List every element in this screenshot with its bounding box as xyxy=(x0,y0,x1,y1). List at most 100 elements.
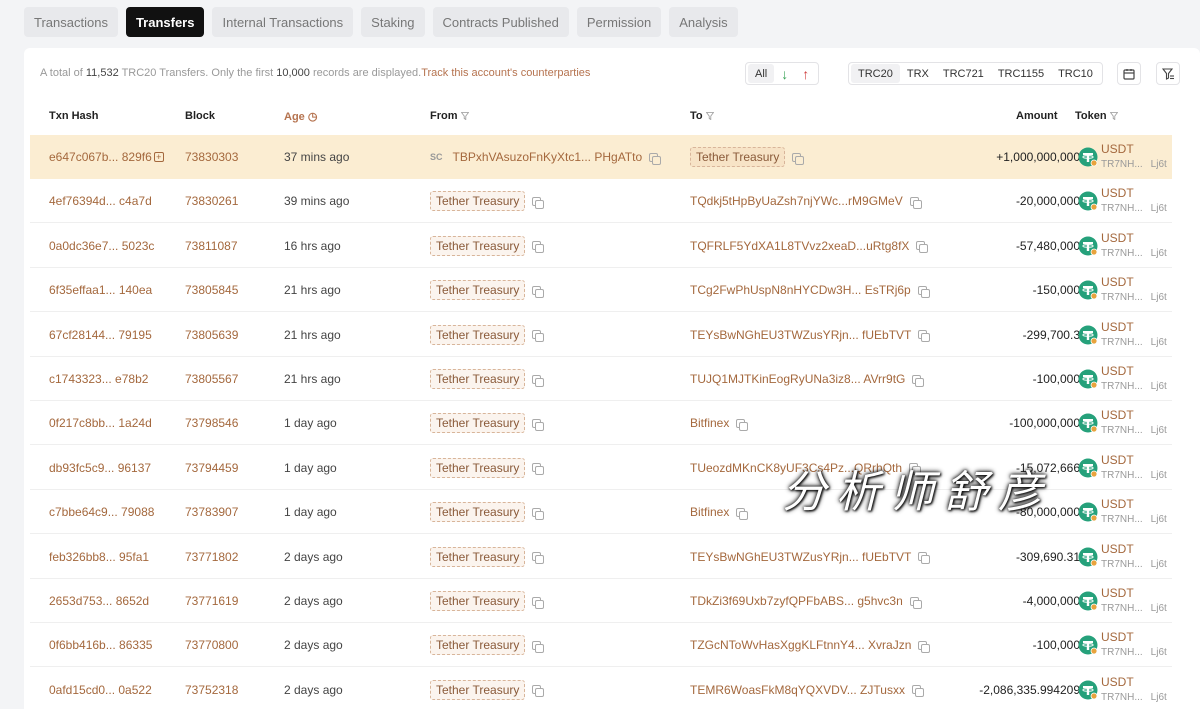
txn-hash-link[interactable]: db93fc5c9... 96137 xyxy=(49,446,151,490)
copy-icon[interactable] xyxy=(918,552,931,565)
to-address[interactable]: Bitfinex xyxy=(690,416,729,430)
table-row[interactable]: 0a0dc36e7... 5023c 73811087 16 hrs ago Teth… xyxy=(30,224,1172,268)
token-cell[interactable]: USDT TR7NH... Lj6t xyxy=(1078,179,1167,223)
txn-hash-link[interactable]: 0afd15cd0... 0a522 xyxy=(49,668,152,709)
filter-settings-icon[interactable] xyxy=(1156,62,1180,85)
table-row[interactable]: 0f6bb416b... 86335 73770800 2 days ago Teth… xyxy=(30,623,1172,668)
token-type-trx[interactable]: TRX xyxy=(900,64,936,83)
block-link[interactable]: 73811087 xyxy=(185,224,238,268)
copy-icon[interactable] xyxy=(649,152,662,165)
calendar-icon[interactable] xyxy=(1117,62,1141,85)
to-address[interactable]: TQdkj5tHpByUaZsh7njYWc...rM9GMeV xyxy=(690,194,903,208)
token-name[interactable]: USDT xyxy=(1101,364,1167,379)
copy-icon[interactable] xyxy=(736,507,749,520)
token-cell[interactable]: USDT TR7NH... Lj6t xyxy=(1078,490,1167,534)
txn-hash-link[interactable]: 6f35effaa1... 140ea xyxy=(49,268,152,312)
token-type-trc1155[interactable]: TRC1155 xyxy=(991,64,1051,83)
token-name[interactable]: USDT xyxy=(1101,675,1167,690)
table-row[interactable]: c1743323... e78b2 73805567 21 hrs ago Tethe… xyxy=(30,357,1172,401)
from-address[interactable]: TBPxhVAsuzoFnKyXtc1... PHgATto xyxy=(453,150,643,164)
block-link[interactable]: 73798546 xyxy=(185,401,238,445)
to-address[interactable]: TEYsBwNGhEU3TWZusYRjn... fUEbTVT xyxy=(690,550,911,564)
txn-hash-link[interactable]: 0a0dc36e7... 5023c xyxy=(49,224,154,268)
token-cell[interactable]: USDT TR7NH... Lj6t xyxy=(1078,446,1167,490)
copy-icon[interactable] xyxy=(532,685,545,698)
to-address[interactable]: Bitfinex xyxy=(690,505,729,519)
txn-hash-link[interactable]: 0f217c8bb... 1a24d xyxy=(49,401,152,445)
table-row[interactable]: 2653d753... 8652d 73771619 2 days ago Tethe… xyxy=(30,579,1172,623)
token-cell[interactable]: USDT TR7NH... Lj6t xyxy=(1078,135,1167,179)
from-tag[interactable]: Tether Treasury xyxy=(430,413,526,434)
table-row[interactable]: 6f35effaa1... 140ea 73805845 21 hrs ago Tet… xyxy=(30,268,1172,313)
txn-hash-link[interactable]: c1743323... e78b2 xyxy=(49,357,148,401)
copy-icon[interactable] xyxy=(911,685,924,698)
tab-permission[interactable]: Permission xyxy=(576,7,662,37)
table-row[interactable]: 67cf28144... 79195 73805639 21 hrs ago Teth… xyxy=(30,313,1172,357)
token-name[interactable]: USDT xyxy=(1101,542,1167,557)
block-link[interactable]: 73830261 xyxy=(185,179,238,223)
table-row[interactable]: 4ef76394d... c4a7d 73830261 39 mins ago Tet… xyxy=(30,179,1172,224)
token-name[interactable]: USDT xyxy=(1101,453,1167,468)
token-type-trc10[interactable]: TRC10 xyxy=(1051,64,1100,83)
copy-icon[interactable] xyxy=(917,285,930,298)
block-link[interactable]: 73830303 xyxy=(185,135,238,179)
copy-icon[interactable] xyxy=(532,330,545,343)
token-cell[interactable]: USDT TR7NH... Lj6t xyxy=(1078,313,1167,357)
token-cell[interactable]: USDT TR7NH... Lj6t xyxy=(1078,668,1167,709)
copy-icon[interactable] xyxy=(532,596,545,609)
token-cell[interactable]: USDT TR7NH... Lj6t xyxy=(1078,268,1167,312)
copy-icon[interactable] xyxy=(532,418,545,431)
copy-icon[interactable] xyxy=(532,507,545,520)
col-from[interactable]: From xyxy=(430,110,469,122)
from-tag[interactable]: Tether Treasury xyxy=(430,679,526,700)
tab-transfers[interactable]: Transfers xyxy=(125,7,205,37)
to-tag[interactable]: Tether Treasury xyxy=(690,147,786,167)
txn-hash-link[interactable]: 4ef76394d... c4a7d xyxy=(49,179,152,223)
table-row[interactable]: 0f217c8bb... 1a24d 73798546 1 day ago Tethe… xyxy=(30,401,1172,446)
txn-hash-link[interactable]: 67cf28144... 79195 xyxy=(49,313,152,357)
arrow-up-icon[interactable]: ↑ xyxy=(795,64,816,83)
from-tag[interactable]: Tether Treasury xyxy=(430,635,526,656)
arrow-down-icon[interactable]: ↓ xyxy=(774,64,795,83)
track-counterparties-link[interactable]: Track this account's counterparties xyxy=(421,67,590,79)
tab-contracts-published[interactable]: Contracts Published xyxy=(432,7,569,37)
tab-staking[interactable]: Staking xyxy=(361,7,425,37)
col-to[interactable]: To xyxy=(690,110,714,122)
token-name[interactable]: USDT xyxy=(1101,142,1167,157)
tab-internal-transactions[interactable]: Internal Transactions xyxy=(212,7,354,37)
copy-icon[interactable] xyxy=(532,463,545,476)
token-cell[interactable]: USDT TR7NH... Lj6t xyxy=(1078,535,1167,579)
to-address[interactable]: TEYsBwNGhEU3TWZusYRjn... fUEbTVT xyxy=(690,328,911,342)
block-link[interactable]: 73783907 xyxy=(185,490,238,534)
token-name[interactable]: USDT xyxy=(1101,275,1167,290)
copy-icon[interactable] xyxy=(532,285,545,298)
block-link[interactable]: 73794459 xyxy=(185,446,238,490)
token-cell[interactable]: USDT TR7NH... Lj6t xyxy=(1078,401,1167,445)
copy-icon[interactable] xyxy=(918,330,931,343)
copy-icon[interactable] xyxy=(736,418,749,431)
table-row[interactable]: 0afd15cd0... 0a522 73752318 2 days ago Teth… xyxy=(30,668,1172,709)
copy-icon[interactable] xyxy=(912,374,925,387)
expand-icon[interactable]: + xyxy=(153,152,164,162)
token-name[interactable]: USDT xyxy=(1101,408,1167,423)
copy-icon[interactable] xyxy=(909,596,922,609)
to-address[interactable]: TEMR6WoasFkM8qYQXVDV... ZJTusxx xyxy=(690,683,905,697)
txn-hash-link[interactable]: 2653d753... 8652d xyxy=(49,579,149,623)
from-tag[interactable]: Tether Treasury xyxy=(430,457,526,478)
from-tag[interactable]: Tether Treasury xyxy=(430,502,526,523)
table-row[interactable]: feb326bb8... 95fa1 73771802 2 days ago Teth… xyxy=(30,535,1172,579)
token-name[interactable]: USDT xyxy=(1101,497,1167,512)
to-address[interactable]: TCg2FwPhUspN8nHYCDw3H... EsTRj6p xyxy=(690,283,911,297)
copy-icon[interactable] xyxy=(532,640,545,653)
copy-icon[interactable] xyxy=(909,196,922,209)
block-link[interactable]: 73770800 xyxy=(185,623,238,667)
filter-all-button[interactable]: All xyxy=(748,64,775,83)
from-tag[interactable]: Tether Treasury xyxy=(430,369,526,389)
txn-hash-link[interactable]: c7bbe64c9... 79088 xyxy=(49,490,154,534)
copy-icon[interactable] xyxy=(532,552,545,565)
copy-icon[interactable] xyxy=(918,640,931,653)
txn-hash-link[interactable]: feb326bb8... 95fa1 xyxy=(49,535,149,579)
from-tag[interactable]: Tether Treasury xyxy=(430,324,526,345)
from-tag[interactable]: Tether Treasury xyxy=(430,546,526,567)
token-cell[interactable]: USDT TR7NH... Lj6t xyxy=(1078,357,1167,401)
